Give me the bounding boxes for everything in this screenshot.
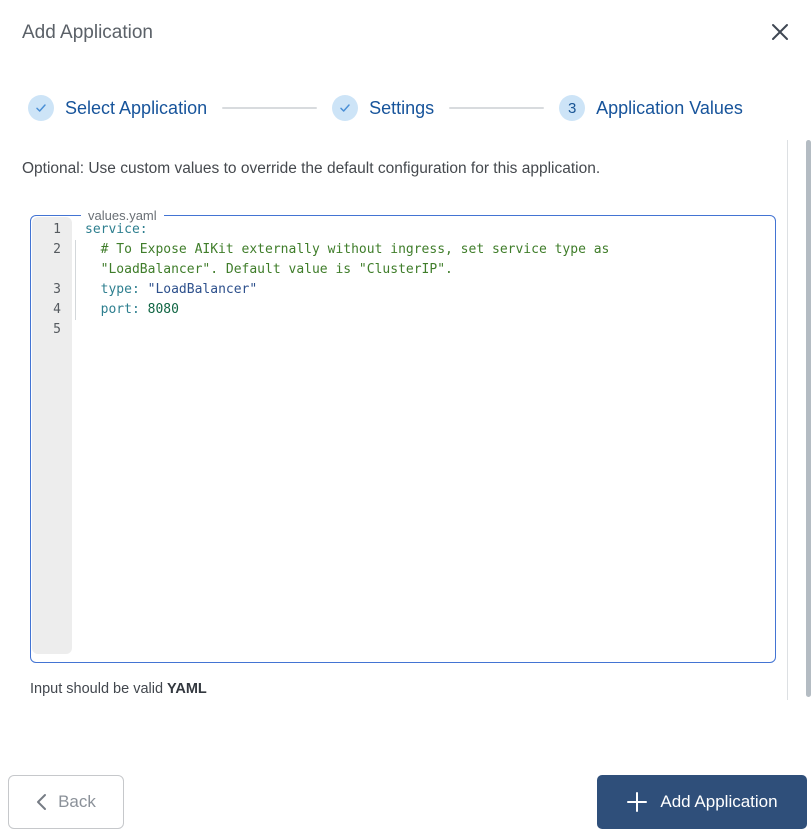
step-application-values[interactable]: 3 Application Values xyxy=(559,95,743,121)
close-button[interactable] xyxy=(766,18,794,46)
code-text: # To Expose AIKit externally without ing… xyxy=(72,240,609,260)
code-row: 3 type: "LoadBalancer" xyxy=(32,280,773,300)
line-number xyxy=(32,260,72,280)
code-row: 1 service: xyxy=(32,220,773,240)
line-number: 3 xyxy=(53,282,61,297)
step-check-icon xyxy=(332,95,359,121)
scrollbar-thumb[interactable] xyxy=(806,140,811,697)
line-number: 4 xyxy=(53,302,61,317)
yaml-validation-hint: Input should be valid YAML xyxy=(30,681,207,697)
back-button-label: Back xyxy=(58,792,96,811)
code-text: type: "LoadBalancer" xyxy=(72,280,257,300)
step-connector xyxy=(222,107,318,109)
dialog-description: Optional: Use custom values to override … xyxy=(22,160,601,177)
yaml-editor[interactable]: values.yaml 1 service: 2 # To Expose AIKit… xyxy=(30,208,776,663)
code-text: "LoadBalancer". Default value is "Cluste… xyxy=(72,260,453,280)
line-number: 2 xyxy=(53,242,61,257)
step-connector xyxy=(449,107,545,109)
step-number: 3 xyxy=(559,95,586,121)
code-row: "LoadBalancer". Default value is "Cluste… xyxy=(32,260,773,280)
code-row: 2 # To Expose AIKit externally without i… xyxy=(32,240,773,260)
line-number: 1 xyxy=(53,222,61,237)
step-label: Settings xyxy=(369,97,435,118)
step-label: Select Application xyxy=(65,97,208,118)
step-settings[interactable]: Settings xyxy=(332,95,434,121)
code-area: 1 service: 2 # To Expose AIKit externally … xyxy=(32,217,773,340)
close-icon xyxy=(770,22,790,42)
dialog-title: Add Application xyxy=(22,22,153,43)
chevron-left-icon xyxy=(36,793,47,811)
line-number: 5 xyxy=(53,322,61,337)
scroll-track-divider xyxy=(787,140,788,700)
plus-icon xyxy=(626,791,648,813)
add-application-button-label: Add Application xyxy=(660,792,778,811)
code-row: 4 port: 8080 xyxy=(32,300,773,320)
code-text: service: xyxy=(85,222,148,237)
step-select-application[interactable]: Select Application xyxy=(28,95,207,121)
code-text: port: 8080 xyxy=(72,300,179,320)
code-row: 5 xyxy=(32,320,773,340)
step-check-icon xyxy=(28,95,54,121)
stepper: Select Application Settings 3 Application V… xyxy=(28,95,743,121)
add-application-button[interactable]: Add Application xyxy=(597,775,807,829)
step-label: Application Values xyxy=(596,97,743,118)
back-button[interactable]: Back xyxy=(8,775,124,829)
